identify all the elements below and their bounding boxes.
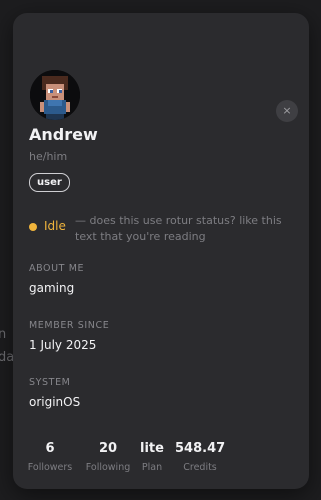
profile-name: Andrew (29, 125, 98, 144)
stat-label: Following (85, 462, 131, 473)
stat-label: Followers (27, 462, 73, 473)
status-text: — does this use rotur status? like this … (75, 214, 282, 243)
profile-card: × Andrew he/him user Idle — does this us… (13, 13, 309, 489)
stat-label: Credits (183, 462, 217, 473)
stat-label: Plan (141, 462, 163, 473)
about-me-value: gaming (29, 281, 75, 295)
status-dot-icon (29, 223, 37, 231)
stat-value: 6 (45, 441, 55, 456)
stat-followers[interactable]: 6 Followers (27, 441, 73, 473)
stat-value: lite (140, 441, 164, 456)
stat-value: 548.47 (175, 441, 226, 456)
system-label: SYSTEM (29, 377, 71, 388)
close-button[interactable]: × (276, 100, 298, 122)
background-text: n (0, 327, 7, 342)
profile-pronouns: he/him (29, 150, 68, 163)
stat-plan: lite Plan (137, 441, 167, 473)
system-value: originOS (29, 395, 81, 409)
avatar-image (30, 70, 80, 120)
stat-credits: 548.47 Credits (175, 441, 225, 473)
role-badge: user (29, 173, 70, 192)
stat-value: 20 (98, 441, 118, 456)
status-label: Idle (44, 219, 66, 233)
close-icon: × (282, 104, 292, 117)
stat-following[interactable]: 20 Following (83, 441, 133, 473)
about-me-label: ABOUT ME (29, 263, 85, 274)
member-since-value: 1 July 2025 (29, 338, 97, 352)
avatar[interactable] (30, 70, 80, 120)
member-since-label: MEMBER SINCE (29, 320, 110, 331)
